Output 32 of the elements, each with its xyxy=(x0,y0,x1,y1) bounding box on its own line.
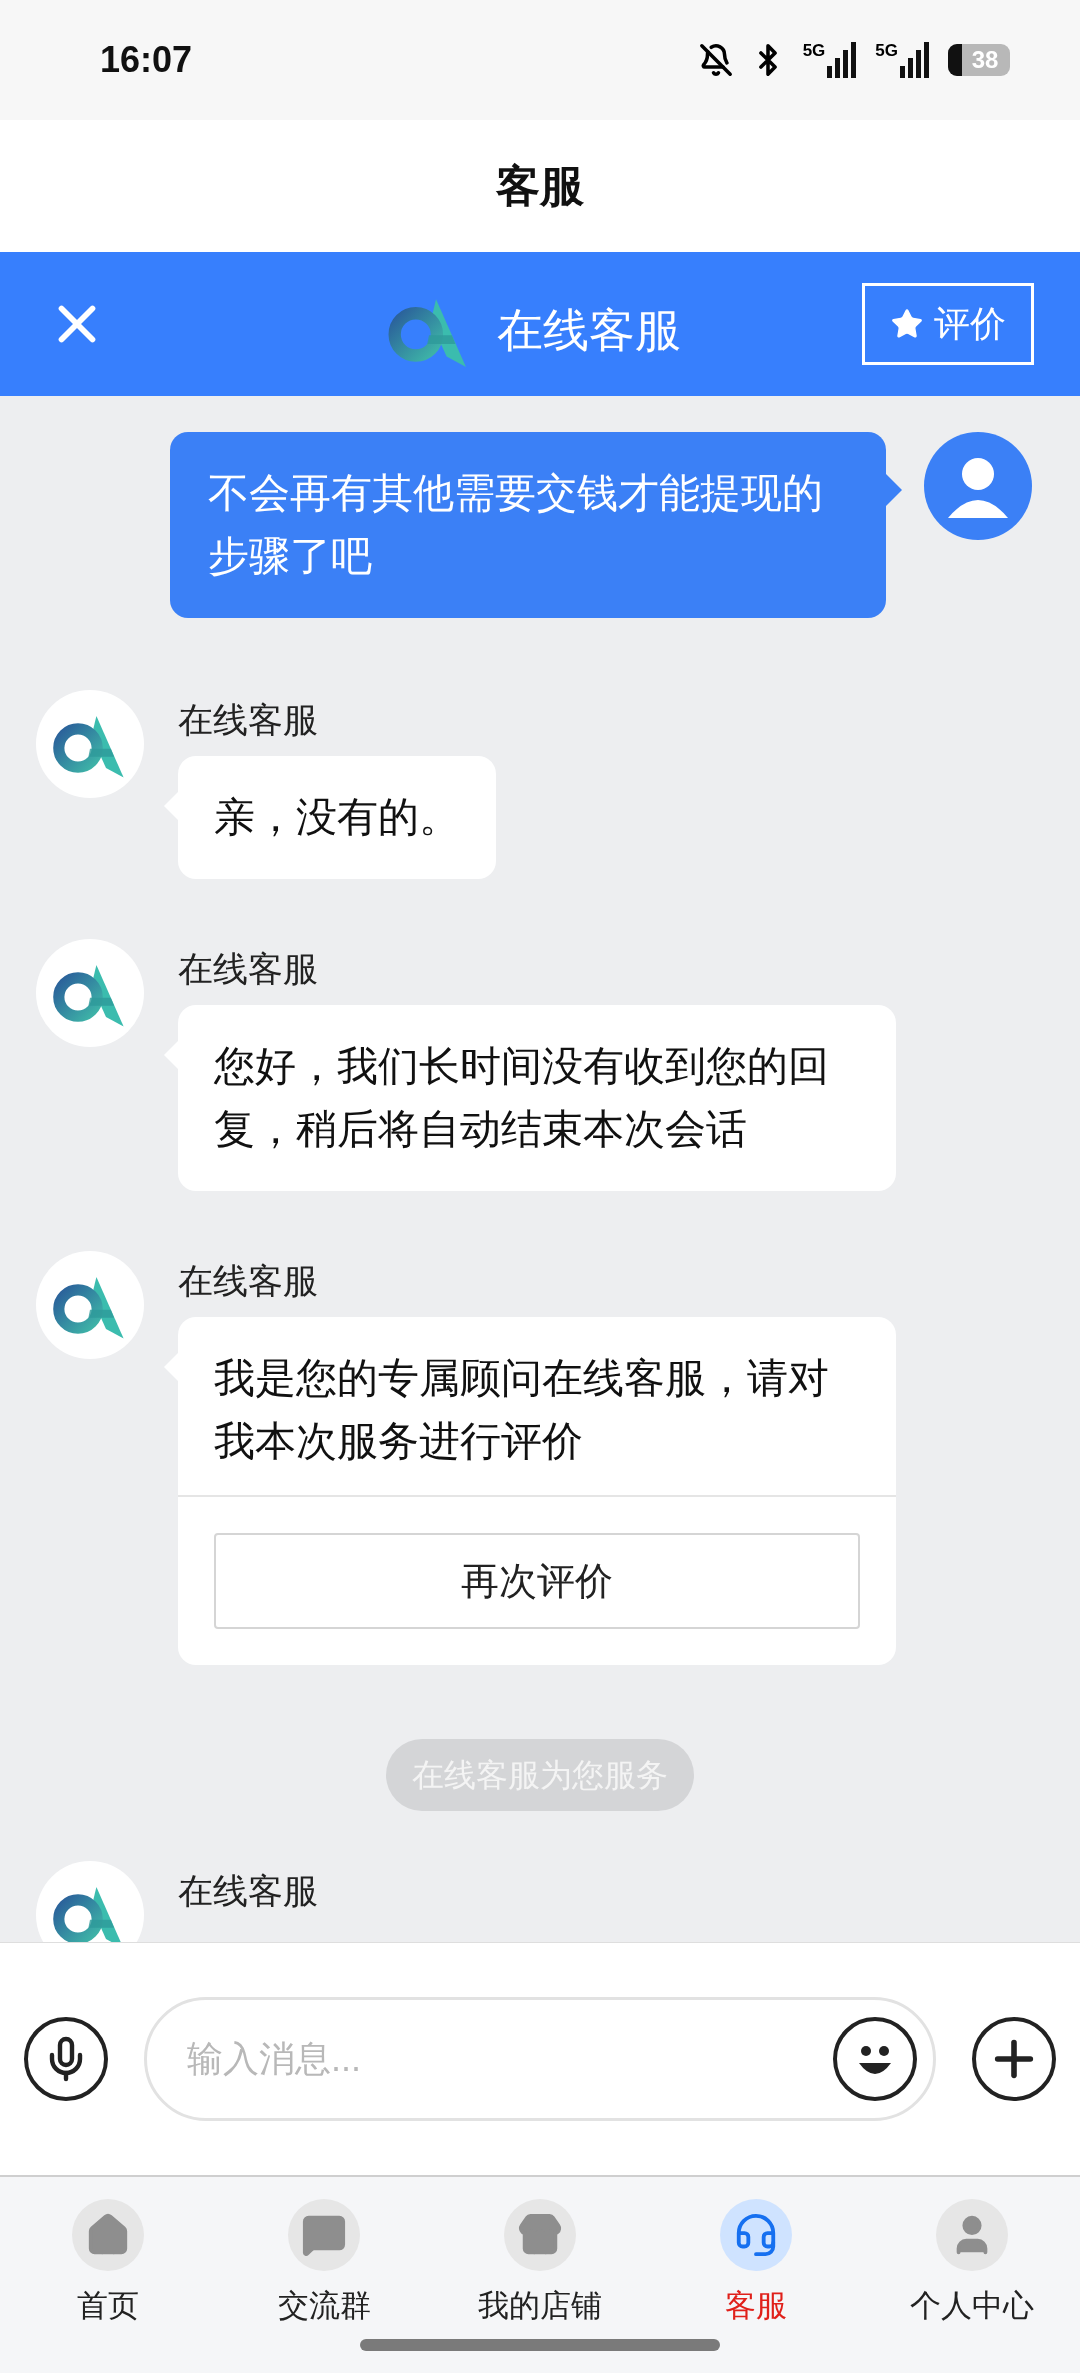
nav-tab[interactable]: 客服 xyxy=(648,2199,864,2330)
rate-button[interactable]: 评价 xyxy=(862,283,1034,365)
user-message: 不会再有其他需要交钱才能提现的步骤了吧 xyxy=(170,432,886,618)
nav-tab[interactable]: 首页 xyxy=(0,2199,216,2330)
add-button[interactable] xyxy=(972,2017,1056,2101)
agent-message: 我是您的专属顾问在线客服，请对我本次服务进行评价 xyxy=(213,1354,830,1466)
message-field[interactable]: 输入消息... xyxy=(144,1997,936,2121)
sender-name: 在线客服 xyxy=(178,1871,318,1910)
microphone-button[interactable] xyxy=(24,2017,108,2101)
bell-off-icon xyxy=(698,43,733,77)
rate-again-button[interactable]: 再次评价 xyxy=(214,1533,860,1629)
agent-message: 您好，我们长时间没有收到您的回复，稍后将自动结束本次会话 xyxy=(178,1005,896,1191)
emoji-button[interactable] xyxy=(833,2017,917,2101)
bubble-tail xyxy=(886,474,902,506)
network-label: 5G xyxy=(875,42,898,59)
agent-message: 亲，没有的。 xyxy=(178,756,496,879)
nav-tab[interactable]: 我的店铺 xyxy=(432,2199,648,2330)
signal-icon xyxy=(900,42,930,78)
nav-tab[interactable]: 个人中心 xyxy=(864,2199,1080,2330)
network-label: 5G xyxy=(802,42,826,59)
sender-name: 在线客服 xyxy=(178,949,319,989)
sender-name: 在线客服 xyxy=(178,700,319,740)
battery-level: 38 xyxy=(971,48,999,72)
battery-fill xyxy=(948,44,962,76)
star-icon xyxy=(890,307,924,341)
status-time: 16:07 xyxy=(100,38,193,82)
sender-name: 在线客服 xyxy=(178,1261,319,1301)
message-input[interactable]: 输入消息... xyxy=(187,2032,833,2086)
nav-tab[interactable]: 交流群 xyxy=(216,2199,432,2330)
page-title: 客服 xyxy=(496,160,584,212)
chat-title: 在线客服 xyxy=(497,302,681,358)
signal-icon xyxy=(827,42,858,78)
